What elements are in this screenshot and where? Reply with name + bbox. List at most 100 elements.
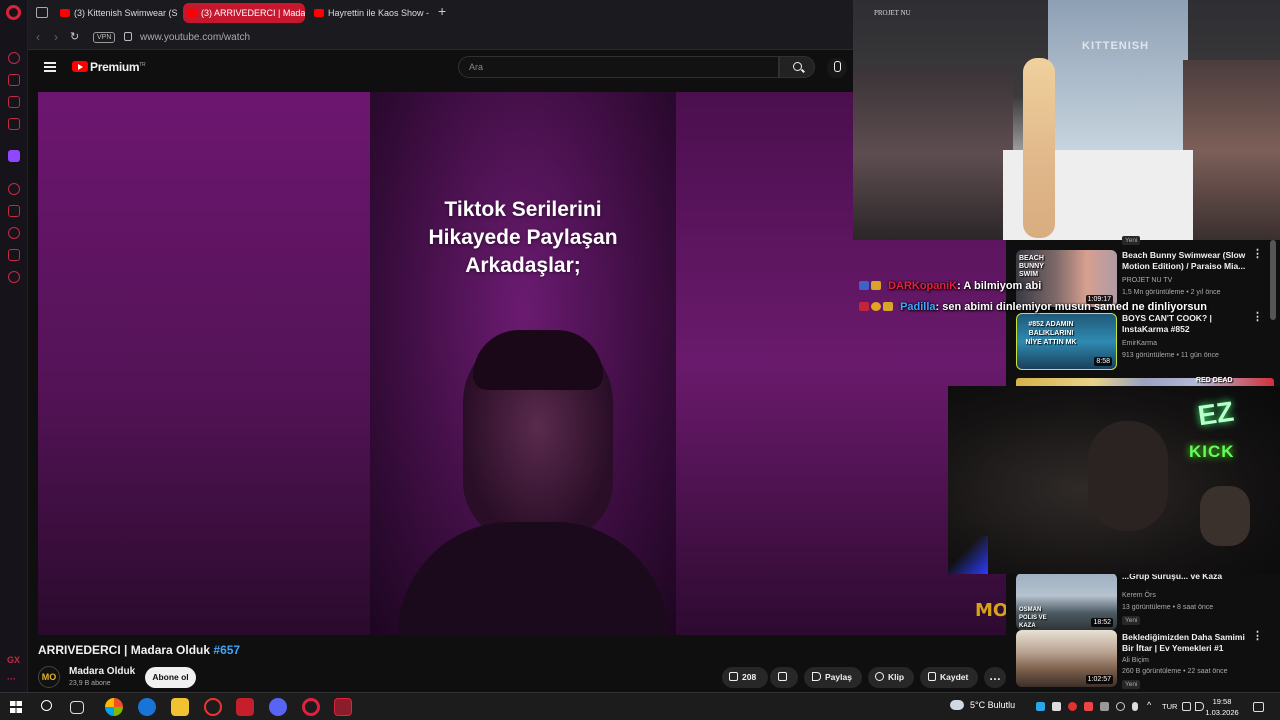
task-view-icon[interactable] xyxy=(70,701,84,714)
search-button[interactable] xyxy=(779,56,815,78)
windows-taskbar: 5°C Bulutlu ^ TUR 19:58 1.03.2026 xyxy=(0,692,1280,720)
clip-button[interactable]: Klip xyxy=(868,667,914,688)
forward-icon[interactable]: › xyxy=(54,30,58,44)
recommendation-item[interactable]: OSMAN POLIS VE KAZA 18:52 ...Grup Sürüşü… xyxy=(1016,571,1276,631)
instagram-icon[interactable] xyxy=(8,118,20,130)
channel-name[interactable]: Madara Olduk xyxy=(69,666,135,677)
video-title-text: ARRIVEDERCI | Madara Olduk xyxy=(38,643,211,657)
tab-kittenish[interactable]: (3) Kittenish Swimwear (Sl xyxy=(56,3,178,23)
opera-gx-icon[interactable] xyxy=(334,698,352,716)
channel-watermark: MO xyxy=(975,600,1006,621)
discord-tray-icon[interactable] xyxy=(1052,702,1061,711)
tray-app-icon[interactable] xyxy=(1084,702,1093,711)
recommendation-item[interactable]: 1:02:57 Beklediğimizden Daha Samimi Bir … xyxy=(1016,630,1276,690)
channel-name[interactable]: Kerem Örs xyxy=(1122,592,1156,599)
recommendation-item[interactable]: #852 ADAMIN BALIKLARINI NİYE ATTIN MK 8:… xyxy=(1016,312,1276,373)
shopping-icon[interactable] xyxy=(8,74,20,86)
more-icon[interactable]: ··· xyxy=(7,674,16,684)
opera-icon[interactable] xyxy=(302,698,320,716)
hashtag-link[interactable]: #657 xyxy=(213,643,240,657)
youtube-logo-icon[interactable] xyxy=(72,61,88,72)
weather-text[interactable]: 5°C Bulutlu xyxy=(970,700,1015,710)
history-icon[interactable] xyxy=(8,227,20,239)
more-actions-button[interactable]: … xyxy=(984,667,1006,688)
gx-label[interactable]: GX xyxy=(7,655,20,665)
new-badge: Yeni xyxy=(1122,236,1141,245)
notification-icon[interactable] xyxy=(1253,702,1264,712)
neon-ez-sign: EZ xyxy=(1195,395,1236,432)
search-input[interactable]: Ara xyxy=(458,56,779,78)
caption-line: Tiktok Serilerini xyxy=(444,198,602,221)
obs-icon[interactable] xyxy=(204,698,222,716)
tab-overview-icon[interactable] xyxy=(36,7,48,18)
duration-badge: 18:52 xyxy=(1091,618,1113,627)
like-button[interactable]: 208 xyxy=(722,667,768,688)
video-title[interactable]: Beach Bunny Swimwear (Slow Motion Editio… xyxy=(1122,250,1247,272)
tab-label: (3) ARRIVEDERCI | Madara xyxy=(201,8,305,18)
blue-light xyxy=(948,536,988,574)
messenger-icon[interactable] xyxy=(8,52,20,64)
edge-icon[interactable] xyxy=(138,698,156,716)
tray-app-icon[interactable] xyxy=(1068,702,1077,711)
language-indicator[interactable]: TUR xyxy=(1162,702,1177,711)
channel-name[interactable]: Ali Biçim xyxy=(1122,657,1149,664)
extensions-icon[interactable] xyxy=(8,249,20,261)
thumbnail-text: BEACH BUNNY SWIM xyxy=(1019,255,1044,278)
settings-icon[interactable] xyxy=(8,271,20,283)
copilot-icon[interactable] xyxy=(105,698,123,716)
video-thumbnail[interactable]: BEACH BUNNY SWIM 1:09:17 xyxy=(1016,250,1117,307)
voice-search-icon[interactable] xyxy=(827,58,847,78)
file-explorer-icon[interactable] xyxy=(171,698,189,716)
new-badge: Yeni xyxy=(1122,680,1141,689)
more-options-icon[interactable]: ⋮ xyxy=(1252,312,1263,323)
video-title[interactable]: BOYS CAN'T COOK? | InstaKarma #852 xyxy=(1122,313,1247,335)
reload-icon[interactable]: ↻ xyxy=(70,30,79,43)
video-title[interactable]: Beklediğimizden Daha Samimi Bir İftar | … xyxy=(1122,632,1247,654)
subscribe-button[interactable]: Abone ol xyxy=(145,667,196,688)
video-thumbnail[interactable]: 1:02:57 xyxy=(1016,630,1117,687)
discord-icon[interactable] xyxy=(269,698,287,716)
chat-text: : sen abimi dinlemiyor musun samed ne di… xyxy=(935,301,1207,313)
search-icon[interactable] xyxy=(41,700,52,711)
url-field[interactable]: www.youtube.com/watch xyxy=(140,32,250,43)
clock[interactable]: 19:58 1.03.2026 xyxy=(1200,696,1244,718)
hamburger-menu-icon[interactable] xyxy=(44,62,56,72)
share-icon xyxy=(812,672,821,681)
share-button[interactable]: Paylaş xyxy=(804,667,862,688)
dislike-button[interactable] xyxy=(770,667,798,688)
channel-name[interactable]: EmirKarma xyxy=(1122,340,1157,347)
more-options-icon[interactable]: ⋮ xyxy=(1252,249,1263,260)
channel-avatar[interactable]: MO xyxy=(38,666,60,688)
tab-arrivederci[interactable]: (3) ARRIVEDERCI | Madara xyxy=(183,3,305,23)
new-tab-button[interactable]: + xyxy=(438,3,446,19)
twitch-icon[interactable] xyxy=(8,150,20,162)
telegram-icon[interactable] xyxy=(1036,702,1045,711)
more-options-icon[interactable]: ⋮ xyxy=(1252,631,1263,642)
windows-start-icon[interactable] xyxy=(10,701,22,713)
opera-sidebar: GX ··· xyxy=(0,0,28,692)
duration-badge: 1:02:57 xyxy=(1085,675,1113,684)
vpn-badge[interactable]: VPN xyxy=(93,32,116,43)
scrollbar[interactable] xyxy=(1270,240,1276,320)
microphone-icon[interactable] xyxy=(1132,702,1138,711)
bookmark-icon[interactable] xyxy=(8,205,20,217)
channel-name[interactable]: PROJET NU TV xyxy=(1122,277,1172,284)
youtube-premium-logo[interactable]: PremiumTR xyxy=(90,60,146,74)
player-icon[interactable] xyxy=(8,183,20,195)
bookmark-icon xyxy=(928,672,936,681)
chat-text: : A bilmiyom abi xyxy=(957,280,1042,292)
tray-app-icon[interactable] xyxy=(1116,702,1125,711)
back-icon[interactable]: ‹ xyxy=(36,30,40,44)
chevron-up-icon[interactable]: ^ xyxy=(1147,700,1151,710)
whatsapp-icon[interactable] xyxy=(8,96,20,108)
video-thumbnail[interactable]: OSMAN POLIS VE KAZA 18:52 xyxy=(1016,573,1117,630)
opera-logo-icon[interactable] xyxy=(6,5,21,20)
tray-app-icon[interactable] xyxy=(1100,702,1109,711)
video-thumbnail[interactable]: #852 ADAMIN BALIKLARINI NİYE ATTIN MK 8:… xyxy=(1016,313,1117,370)
lock-icon[interactable] xyxy=(124,32,132,41)
save-button[interactable]: Kaydet xyxy=(920,667,978,688)
tab-kaos-show[interactable]: Hayrettin ile Kaos Show - 1 xyxy=(310,3,432,23)
network-icon[interactable] xyxy=(1182,702,1191,711)
voice-app-icon[interactable] xyxy=(236,698,254,716)
chat-username: Padilla xyxy=(900,301,936,313)
